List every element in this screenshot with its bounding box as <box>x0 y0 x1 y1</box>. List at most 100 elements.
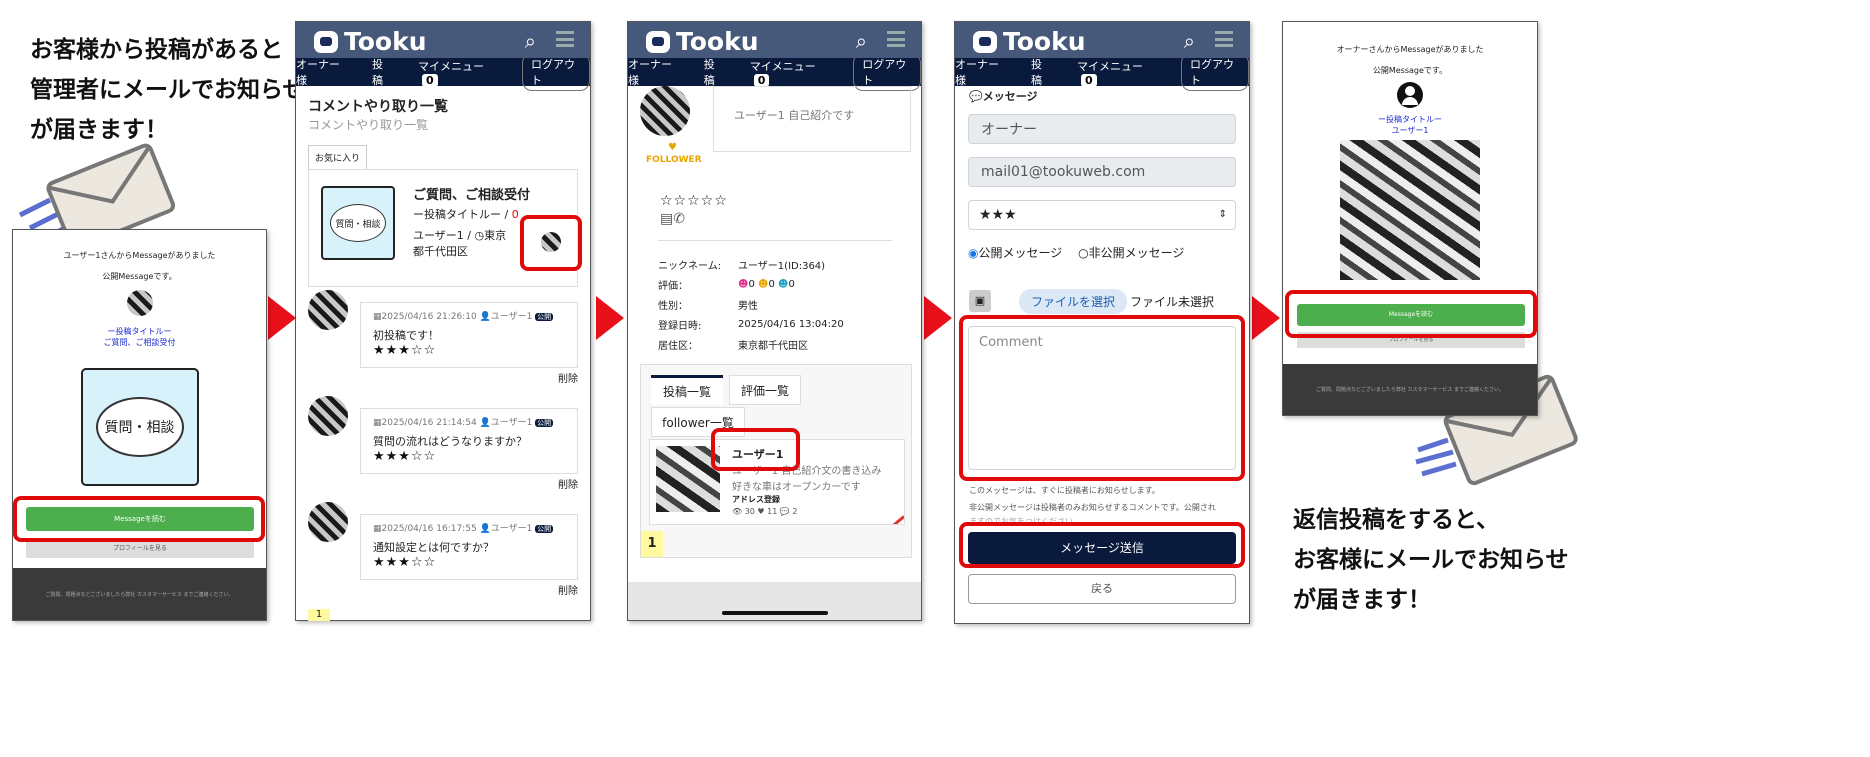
email-footer: ご質問、問題点などございましたら弊社 カスタマーサービス までご連絡ください。 <box>1283 364 1537 415</box>
highlight-box <box>1285 290 1537 338</box>
nav-post[interactable]: 投稿 <box>704 56 724 88</box>
app-header: Tooku ⌕ <box>628 22 921 58</box>
note-text: このメッセージは、すぐに投稿者にお知らせします。 <box>969 486 1160 495</box>
rating-select[interactable]: ★★★ ⇕ <box>968 200 1236 230</box>
highlight-box <box>711 428 800 471</box>
card-desc: 好きな車はオープンカーです <box>732 482 861 493</box>
public-badge: 公開 <box>535 419 554 427</box>
corner-ribbon <box>866 515 904 524</box>
flow-arrow-icon <box>1252 296 1280 340</box>
email-line: 公開Messageです。 <box>102 272 177 281</box>
nav-my-menu[interactable]: マイメニュー0 <box>750 58 828 87</box>
email-footer: ご質問、問題点などございましたら弊社 カスタマーサービス までご連絡ください。 <box>13 568 266 620</box>
post-meta: ユーザー1 / ◷東京 都千代田区 <box>413 229 507 258</box>
flow-arrow-icon <box>596 296 624 340</box>
pagination-current[interactable]: 1 <box>308 609 330 621</box>
view-profile-button[interactable]: プロフィールを見る <box>26 540 254 558</box>
count-badge: 0 <box>753 73 770 87</box>
comment-item: ▦2025/04/16 16:17:55 👤ユーザー1 公開 通知設定とは何です… <box>308 502 580 608</box>
count-badge: 0 <box>422 73 438 87</box>
visibility-radios: ◉公開メッセージ ○非公開メッセージ <box>968 244 1184 261</box>
heart-icon[interactable]: ♥ <box>668 142 677 153</box>
label-registered: 登録日時: <box>658 321 702 332</box>
value-area: 東京都千代田区 <box>738 341 808 352</box>
highlight-box <box>13 496 265 542</box>
rating-stars: ★★★☆☆ <box>373 343 437 358</box>
menu-icon[interactable] <box>887 31 905 47</box>
value-gender: 男性 <box>738 301 758 312</box>
nav-owner[interactable]: オーナー様 <box>955 56 1005 88</box>
avatar[interactable] <box>308 290 348 330</box>
search-icon[interactable]: ⌕ <box>525 29 536 53</box>
delete-link[interactable]: 削除 <box>558 582 578 597</box>
nav-owner[interactable]: オーナー様 <box>628 56 678 88</box>
highlight-box <box>959 315 1245 481</box>
caption-bottom-right: 返信投稿をすると、 お客様にメールでお知らせ が届きます！ <box>1293 500 1569 620</box>
delete-link[interactable]: 削除 <box>558 476 578 491</box>
follower-label[interactable]: FOLLOWER <box>646 155 702 165</box>
caption-line: お客様にメールでお知らせ <box>1293 547 1569 573</box>
email-line: オーナーさんからMessageがありました <box>1336 45 1484 54</box>
logout-button[interactable]: ログアウト <box>1180 53 1249 91</box>
radio-public[interactable]: ◉公開メッセージ <box>968 246 1062 260</box>
file-select-button[interactable]: ファイルを選択 <box>1019 289 1128 314</box>
card-stats: 👁 30 ♥ 11 💬 2 <box>732 507 798 516</box>
contact-card-icon: ▤✆ <box>660 211 685 227</box>
app-logo: Tooku <box>314 27 427 56</box>
search-icon[interactable]: ⌕ <box>856 29 867 53</box>
app-logo: Tooku <box>973 27 1086 56</box>
radio-private[interactable]: ○非公開メッセージ <box>1078 246 1184 260</box>
post-image <box>1340 140 1480 280</box>
email-notification-customer: オーナーさんからMessageがありました 公開Messageです。 ー投稿タイ… <box>1282 21 1538 416</box>
post-title-label: ー投稿タイトルー <box>107 327 172 336</box>
speech-bubble-text: 質問・相談 <box>95 397 184 457</box>
menu-icon[interactable] <box>556 31 574 47</box>
menu-icon[interactable] <box>1215 31 1233 47</box>
logout-button[interactable]: ログアウト <box>521 53 590 91</box>
value-registered: 2025/04/16 13:04:20 <box>738 319 844 330</box>
nav-my-menu[interactable]: マイメニュー0 <box>418 58 496 87</box>
value-nickname: ユーザー1(ID:364) <box>738 261 826 272</box>
delete-link[interactable]: 削除 <box>558 370 578 385</box>
avatar[interactable] <box>308 502 348 542</box>
select-arrow-icon: ⇕ <box>1218 209 1227 220</box>
tab-ratings[interactable]: 評価一覧 <box>729 375 801 405</box>
bottom-bar <box>628 582 921 620</box>
post-subtitle: ー投稿タイトルー / 0 <box>413 208 519 221</box>
note-text: 非公開メッセージは投稿者のみお知らせするコメントです。公開され <box>969 503 1216 512</box>
image-icon: ▣ <box>969 290 991 312</box>
comment-text: 通知設定とは何ですか？ <box>373 541 494 554</box>
back-button[interactable]: 戻る <box>968 574 1236 604</box>
tab-favorite[interactable]: お気に入り <box>308 145 368 169</box>
nav-bar: オーナー様 投稿 マイメニュー0 ログアウト <box>955 53 1249 91</box>
section-title: 💬メッセージ <box>969 90 1038 103</box>
post-image: 質問・相談 <box>80 368 199 486</box>
comment-list: ▦2025/04/16 21:26:10 👤ユーザー1 公開 初投稿です！ ★★… <box>308 290 580 608</box>
email-line: ユーザー1さんからMessageがありました <box>63 251 216 260</box>
comment-text: 質問の流れはどうなりますか？ <box>373 435 527 448</box>
label-gender: 性別： <box>658 301 688 312</box>
post-title: ユーザー1 <box>1391 126 1429 135</box>
chat-icon: 💬 <box>969 90 983 103</box>
rating-stars: ★★★☆☆ <box>373 555 437 570</box>
post-title-label: ー投稿タイトルー <box>1378 115 1442 124</box>
nav-post[interactable]: 投稿 <box>1031 56 1051 88</box>
nav-bar: オーナー様 投稿 マイメニュー0 ログアウト <box>628 53 921 91</box>
rating-stars: ☆☆☆☆☆ <box>660 193 728 209</box>
tab-posts[interactable]: 投稿一覧 <box>651 375 723 405</box>
nav-post[interactable]: 投稿 <box>372 56 392 88</box>
divider <box>658 240 892 241</box>
post-title: ご質問、ご相談受付 <box>413 188 531 203</box>
pagination-current[interactable]: 1 <box>641 531 663 557</box>
caption-line: が届きます！ <box>1293 587 1431 613</box>
comment-item: ▦2025/04/16 21:26:10 👤ユーザー1 公開 初投稿です！ ★★… <box>308 290 580 396</box>
search-icon[interactable]: ⌕ <box>1184 29 1195 53</box>
email-field: mail01@tookuweb.com <box>968 157 1236 187</box>
nav-my-menu[interactable]: マイメニュー0 <box>1077 58 1155 87</box>
nav-owner[interactable]: オーナー様 <box>296 56 346 88</box>
comment-bubble: ▦2025/04/16 16:17:55 👤ユーザー1 公開 通知設定とは何です… <box>360 514 578 580</box>
app-logo: Tooku <box>646 27 759 56</box>
page-subtitle: コメントやり取り一覧 <box>308 118 429 132</box>
count-badge: 0 <box>1081 73 1097 87</box>
avatar[interactable] <box>308 396 348 436</box>
